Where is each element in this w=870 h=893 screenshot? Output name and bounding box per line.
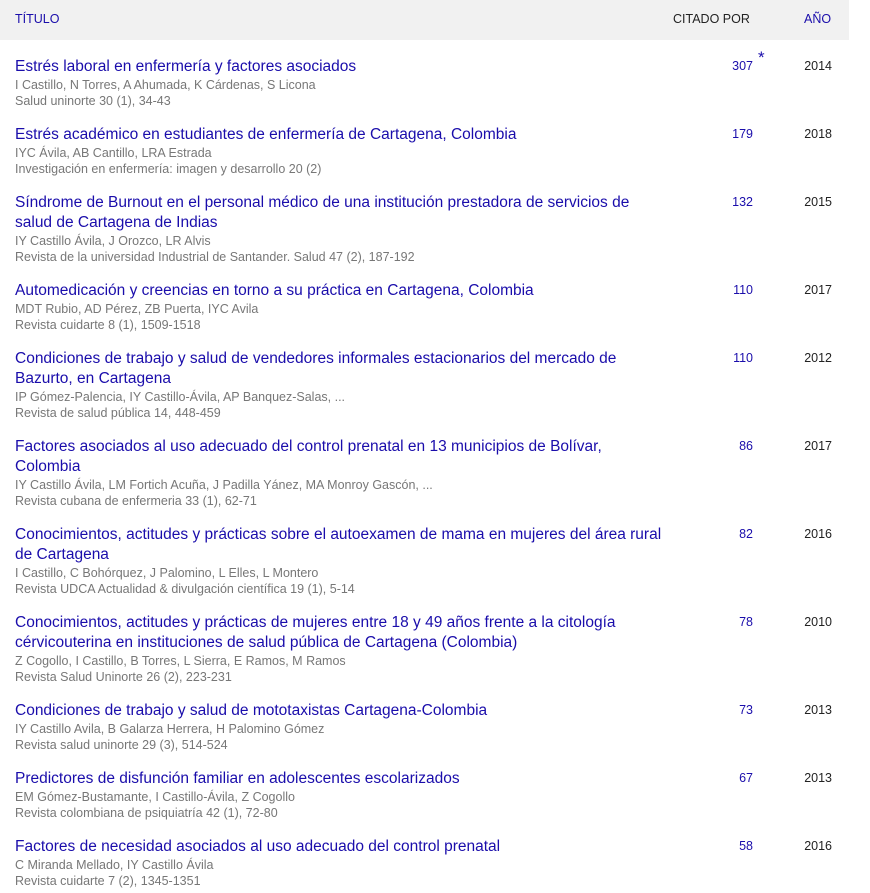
article-title-link[interactable]: Estrés académico en estudiantes de enfer…: [15, 125, 665, 145]
article-year: 2017: [804, 439, 832, 453]
article-source: Revista cubana de enfermeria 33 (1), 62-…: [15, 494, 257, 508]
article-year: 2016: [804, 527, 832, 541]
cited-by-count-link[interactable]: 73: [700, 702, 753, 718]
article-year: 2014: [804, 59, 832, 73]
article-source: Revista Salud Uninorte 26 (2), 223-231: [15, 670, 232, 684]
article-year: 2015: [804, 195, 832, 209]
article-authors: Z Cogollo, I Castillo, B Torres, L Sierr…: [15, 654, 346, 668]
cited-by-count-link[interactable]: 58: [700, 838, 753, 854]
cited-by-count-link[interactable]: 110: [700, 282, 753, 298]
article-year: 2010: [804, 615, 832, 629]
article-year: 2017: [804, 283, 832, 297]
table-row: Conocimientos, actitudes y prácticas de …: [0, 613, 849, 689]
article-authors: I Castillo, N Torres, A Ahumada, K Cárde…: [15, 78, 316, 92]
article-source: Salud uninorte 30 (1), 34-43: [15, 94, 171, 108]
table-row: Estrés laboral en enfermería y factores …: [0, 49, 849, 113]
article-source: Revista de salud pública 14, 448-459: [15, 406, 221, 420]
article-source: Revista salud uninorte 29 (3), 514-524: [15, 738, 228, 752]
table-row: Condiciones de trabajo y salud de motota…: [0, 701, 849, 757]
cited-by-count-link[interactable]: 132: [700, 194, 753, 210]
article-authors: IY Castillo Ávila, J Orozco, LR Alvis: [15, 234, 211, 248]
article-title-link[interactable]: Factores asociados al uso adecuado del c…: [15, 437, 665, 477]
article-title-link[interactable]: Automedicación y creencias en torno a su…: [15, 281, 665, 301]
table-row: Conocimientos, actitudes y prácticas sob…: [0, 525, 849, 601]
article-source: Revista cuidarte 7 (2), 1345-1351: [15, 874, 201, 888]
table-row: Síndrome de Burnout en el personal médic…: [0, 193, 849, 269]
article-source: Revista colombiana de psiquiatría 42 (1)…: [15, 806, 278, 820]
cited-by-count-link[interactable]: 307: [700, 58, 753, 74]
article-title-link[interactable]: Conocimientos, actitudes y prácticas sob…: [15, 525, 665, 565]
article-title-link[interactable]: Condiciones de trabajo y salud de motota…: [15, 701, 665, 721]
merged-citations-star-icon[interactable]: *: [758, 49, 765, 67]
cited-by-count-link[interactable]: 78: [700, 614, 753, 630]
cited-by-count-link[interactable]: 86: [700, 438, 753, 454]
article-source: Revista cuidarte 8 (1), 1509-1518: [15, 318, 201, 332]
sort-by-year-link[interactable]: AÑO: [804, 12, 831, 26]
article-year: 2013: [804, 703, 832, 717]
table-header: TÍTULO CITADO POR AÑO: [0, 0, 849, 40]
table-row: Condiciones de trabajo y salud de vended…: [0, 349, 849, 425]
table-row: Automedicación y creencias en torno a su…: [0, 281, 849, 337]
article-title-link[interactable]: Síndrome de Burnout en el personal médic…: [15, 193, 665, 233]
article-year: 2016: [804, 839, 832, 853]
cited-by-count-link[interactable]: 67: [700, 770, 753, 786]
article-authors: I Castillo, C Bohórquez, J Palomino, L E…: [15, 566, 319, 580]
article-source: Investigación en enfermería: imagen y de…: [15, 162, 322, 176]
table-row: Factores asociados al uso adecuado del c…: [0, 437, 849, 513]
article-title-link[interactable]: Factores de necesidad asociados al uso a…: [15, 837, 665, 857]
article-authors: EM Gómez-Bustamante, I Castillo-Ávila, Z…: [15, 790, 295, 804]
article-year: 2018: [804, 127, 832, 141]
article-title-link[interactable]: Condiciones de trabajo y salud de vended…: [15, 349, 665, 389]
article-year: 2012: [804, 351, 832, 365]
article-authors: IY Castillo Avila, B Galarza Herrera, H …: [15, 722, 325, 736]
article-authors: IY Castillo Ávila, LM Fortich Acuña, J P…: [15, 478, 433, 492]
cited-by-count-link[interactable]: 179: [700, 126, 753, 142]
article-title-link[interactable]: Estrés laboral en enfermería y factores …: [15, 57, 665, 77]
article-title-link[interactable]: Predictores de disfunción familiar en ad…: [15, 769, 665, 789]
article-authors: IYC Ávila, AB Cantillo, LRA Estrada: [15, 146, 212, 160]
article-title-link[interactable]: Conocimientos, actitudes y prácticas de …: [15, 613, 665, 653]
article-source: Revista UDCA Actualidad & divulgación ci…: [15, 582, 355, 596]
table-row: Predictores de disfunción familiar en ad…: [0, 769, 849, 825]
article-source: Revista de la universidad Industrial de …: [15, 250, 415, 264]
article-year: 2013: [804, 771, 832, 785]
cited-by-count-link[interactable]: 82: [700, 526, 753, 542]
sort-by-title-link[interactable]: TÍTULO: [15, 12, 59, 26]
cited-by-count-link[interactable]: 110: [700, 350, 753, 366]
article-authors: C Miranda Mellado, IY Castillo Ávila: [15, 858, 214, 872]
article-authors: IP Gómez-Palencia, IY Castillo-Ávila, AP…: [15, 390, 346, 404]
cited-by-header: CITADO POR: [673, 12, 750, 26]
article-authors: MDT Rubio, AD Pérez, ZB Puerta, IYC Avil…: [15, 302, 259, 316]
table-row: Estrés académico en estudiantes de enfer…: [0, 125, 849, 181]
